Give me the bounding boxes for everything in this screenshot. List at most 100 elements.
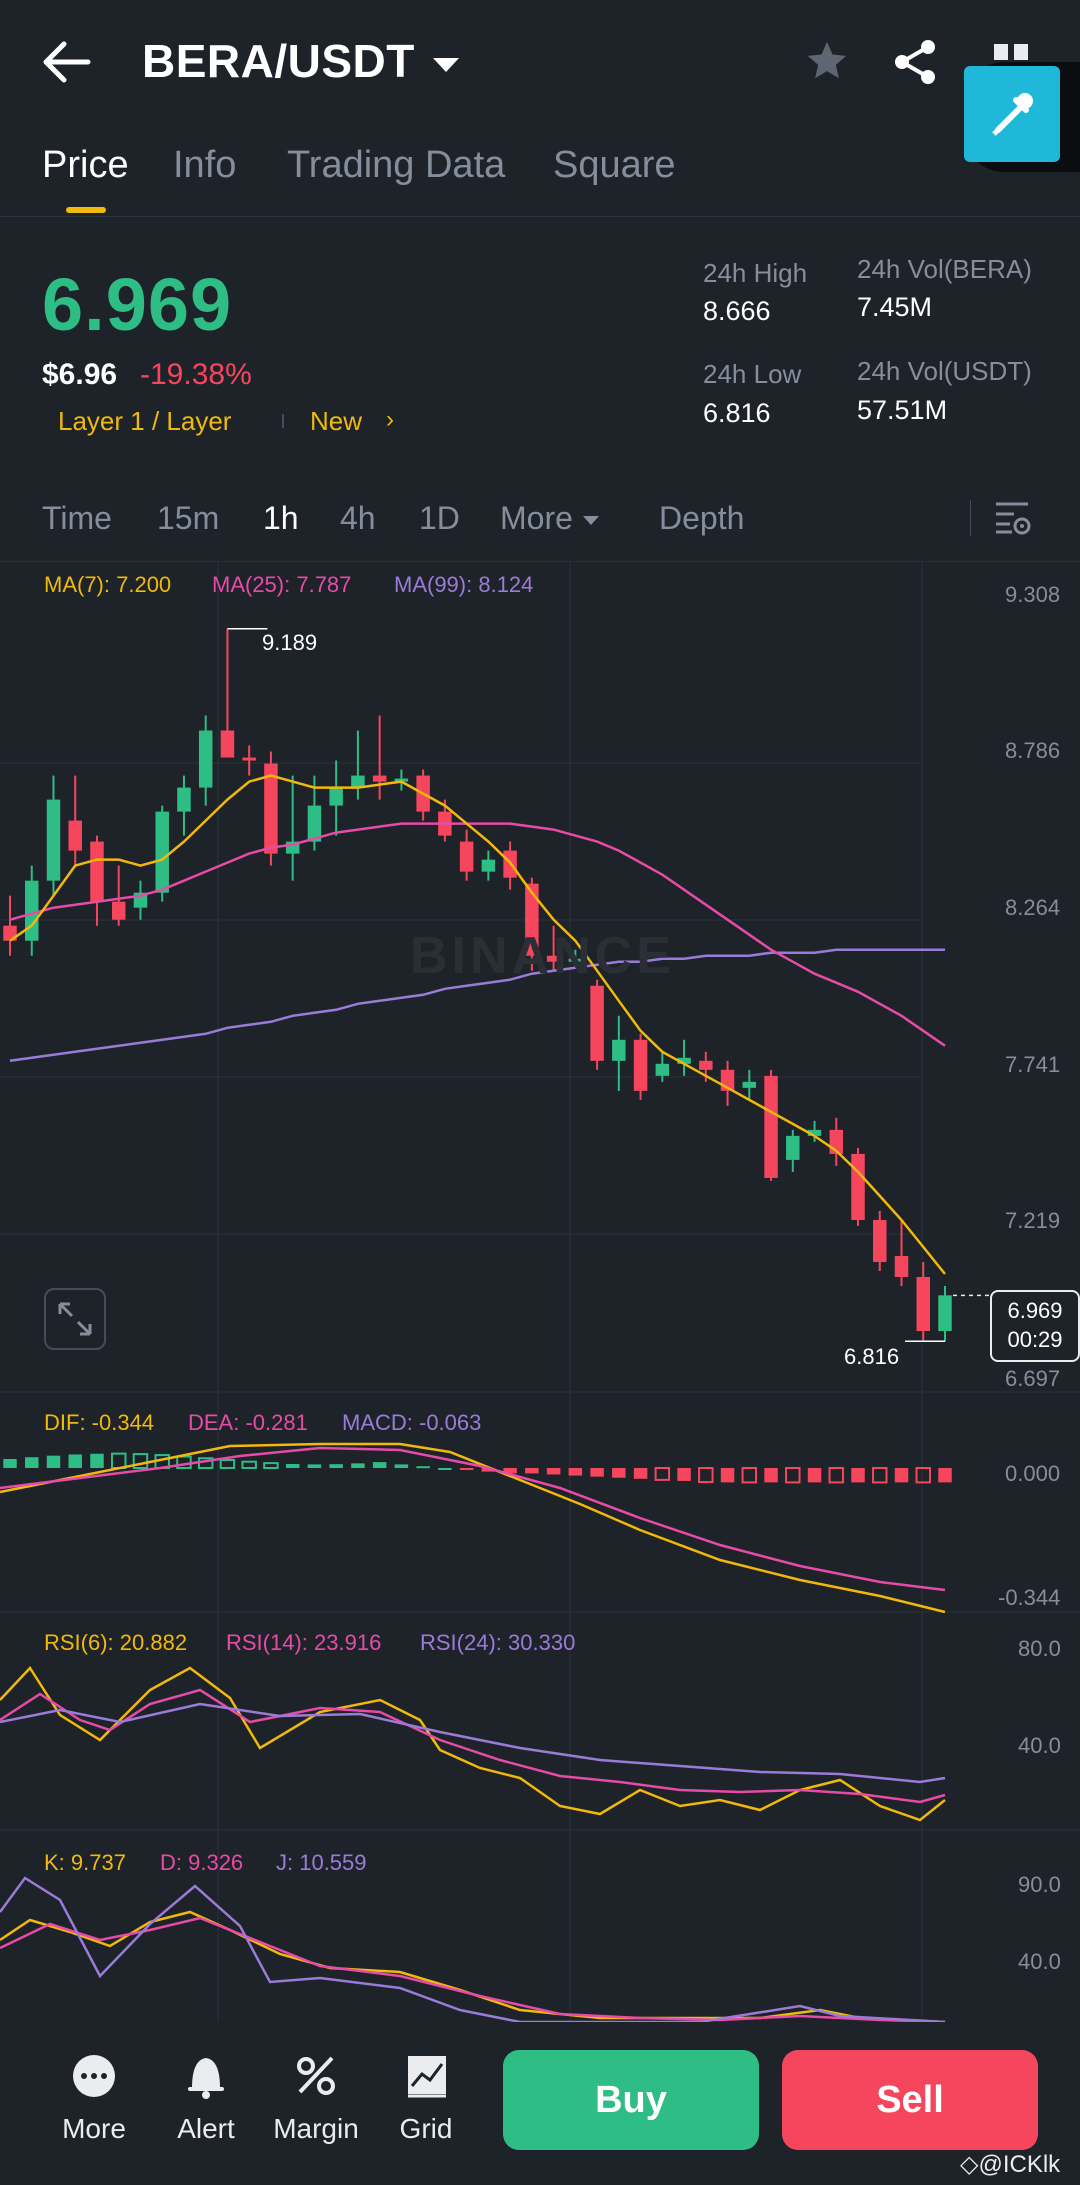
active-tab-indicator [66,207,106,213]
chart-area[interactable] [0,562,1080,2022]
tf-depth[interactable]: Depth [659,500,744,537]
macd-histogram-bar [416,1466,430,1469]
candle-body [68,820,82,851]
macd-histogram-bar [90,1453,104,1468]
kdj-tick: 90.0 [1018,1872,1061,1897]
macd-histogram-bar [872,1467,888,1484]
price-tick: 8.264 [1005,895,1061,920]
pair-selector[interactable]: BERA/USDT [142,34,459,88]
macd-histogram-bar [110,1452,127,1470]
low-value: 6.816 [703,398,771,428]
price-tick: 6.697 [1005,1366,1061,1391]
macd-tick: -0.344 [998,1585,1061,1610]
macd-histogram-bar [851,1468,865,1483]
nav-more[interactable]: More [34,2052,154,2152]
tf-1d[interactable]: 1D [419,500,460,537]
rsi-tick: 80.0 [1018,1636,1061,1661]
candle-body [938,1295,952,1332]
tf-more-label: More [500,500,573,536]
new-tag[interactable]: New [310,406,362,437]
tf-4h[interactable]: 4h [340,500,376,537]
tab-info[interactable]: Info [173,144,236,187]
sell-button[interactable]: Sell [782,2050,1038,2150]
expand-chart-button[interactable] [44,1288,106,1350]
vol-quote-label: 24h Vol(USDT) [857,356,1032,386]
rsi6-legend: RSI(6): 20.882 [44,1630,188,1655]
macd-histogram-bar [372,1462,387,1468]
pair-title: BERA/USDT [142,35,415,87]
candle-body [916,1277,930,1332]
high-marker-label: 9.189 [262,630,318,655]
candle-body [242,757,256,761]
vertical-divider [970,500,971,536]
price-tick: 8.786 [1005,738,1061,763]
tf-15m[interactable]: 15m [157,500,219,537]
caret-down-icon [582,516,599,526]
macd-histogram-bar [219,1459,236,1469]
macd-histogram-bar [654,1467,671,1481]
macd-histogram-bar [3,1459,17,1468]
candle-body [764,1075,778,1178]
macd-histogram-bar [785,1467,801,1484]
candle-body [851,1153,865,1220]
vol-base-value: 7.45M [857,292,933,322]
chevron-right-icon[interactable]: › [386,406,394,434]
current-price-box: 6.969 00:29 [990,1290,1080,1362]
macd-histogram-bar [590,1468,604,1477]
tf-time[interactable]: Time [42,500,112,537]
nav-grid[interactable]: Grid [366,2052,486,2152]
back-arrow-icon[interactable] [42,40,92,84]
divider [0,216,1080,217]
macd-histogram-bar [915,1467,931,1484]
nav-margin[interactable]: Margin [256,2052,376,2152]
candle-body [742,1081,757,1088]
chart-settings-icon[interactable] [994,500,1034,536]
eyedropper-icon[interactable] [964,66,1060,162]
macd-histogram-bar [612,1468,626,1478]
tab-price[interactable]: Price [42,144,129,187]
tf-1h[interactable]: 1h [263,500,299,537]
macd-tick: 0.000 [1005,1461,1061,1486]
candle-body [155,811,169,893]
buy-button[interactable]: Buy [503,2050,759,2150]
star-icon[interactable] [804,38,850,84]
macd-histogram-bar [241,1460,257,1470]
macd-histogram-bar [525,1468,539,1474]
category-tag[interactable]: Layer 1 / Layer [58,406,231,437]
current-price: 6.969 [1007,1298,1063,1323]
candle-countdown: 00:29 [1007,1327,1063,1352]
change-percent: -19.38% [140,358,252,391]
macd-histogram-bar [828,1467,845,1484]
nav-alert-label: Alert [177,2113,235,2144]
tab-trading-data[interactable]: Trading Data [287,144,505,187]
rsi-tick: 40.0 [1018,1733,1061,1758]
nav-alert[interactable]: Alert [146,2052,266,2152]
candle-body [612,1039,626,1061]
rsi14-legend: RSI(14): 23.916 [226,1630,382,1655]
layout-icon[interactable] [994,40,1034,60]
candle-body [590,985,604,1061]
low-label: 24h Low [703,359,802,389]
tf-more[interactable]: More [500,500,599,537]
tab-square[interactable]: Square [553,144,676,187]
high-label: 24h High [703,258,808,288]
ma7-legend: MA(7): 7.200 [44,572,172,597]
macd-histogram-bar [438,1468,452,1470]
expand-icon [58,1302,92,1336]
ma25-legend: MA(25): 7.787 [212,572,352,597]
candle-body [177,787,191,812]
candle-body [329,787,343,806]
macd-histogram-bar [25,1457,39,1468]
macd-histogram-bar [741,1467,758,1484]
k-legend: K: 9.737 [44,1850,126,1875]
macd-histogram-bar [307,1464,322,1468]
candle-body [198,730,213,788]
macd-histogram-bar [938,1468,952,1483]
rsi6-line [0,1665,946,1822]
tag-separator [282,414,284,428]
candle-body [633,1039,648,1091]
user-watermark: ◇@ICKlk [960,2150,1060,2179]
candle-body [786,1135,800,1160]
share-icon[interactable] [890,38,940,86]
macd-histogram-bar [351,1463,365,1468]
